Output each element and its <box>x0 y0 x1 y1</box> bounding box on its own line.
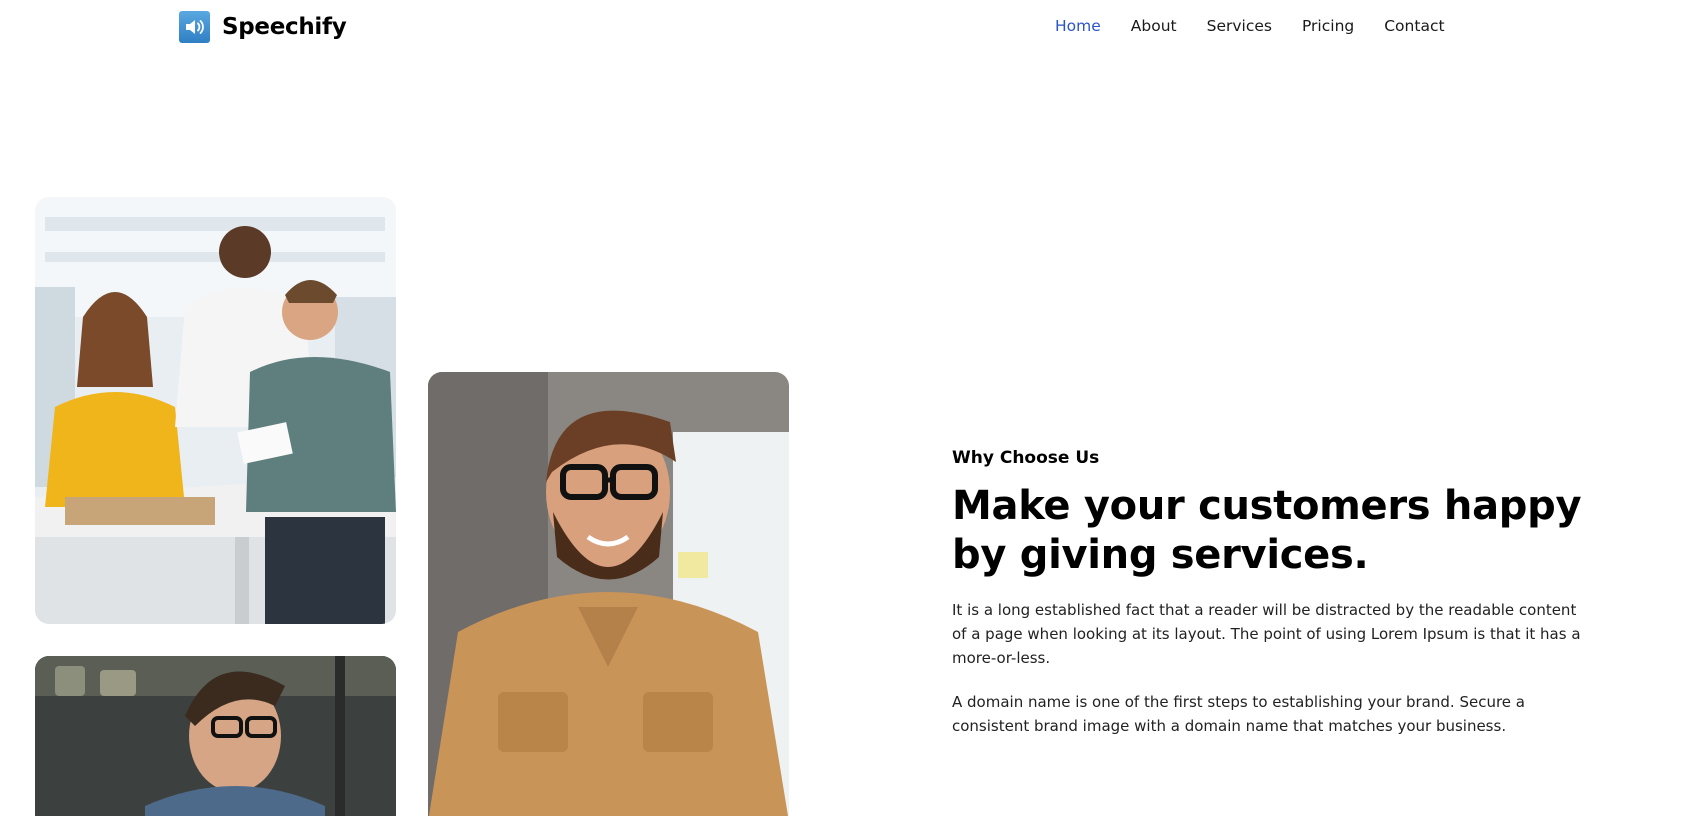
team-photo <box>35 197 396 624</box>
nav-pricing[interactable]: Pricing <box>1302 17 1354 35</box>
paragraph-1: It is a long established fact that a rea… <box>952 601 1581 667</box>
smiling-man-photo <box>428 372 789 816</box>
nav-about[interactable]: About <box>1131 17 1177 35</box>
main-nav: Home About Services Pricing Contact <box>1055 17 1475 35</box>
nav-home[interactable]: Home <box>1055 17 1101 35</box>
man-laptop-photo <box>35 656 396 816</box>
section-headline: Make your customers happy by giving serv… <box>952 483 1582 578</box>
nav-services[interactable]: Services <box>1207 17 1272 35</box>
speaker-icon <box>179 11 210 43</box>
brand-logo[interactable]: Speechify <box>179 11 347 43</box>
why-choose-us-section: Why Choose Us Make your customers happy … <box>952 448 1592 738</box>
section-eyebrow: Why Choose Us <box>952 448 1100 468</box>
nav-contact[interactable]: Contact <box>1384 17 1444 35</box>
paragraph-2: A domain name is one of the first steps … <box>952 693 1525 735</box>
site-header: Speechify Home About Services Pricing Co… <box>0 0 1692 56</box>
page: Speechify Home About Services Pricing Co… <box>0 0 1692 816</box>
brand-name: Speechify <box>222 14 347 40</box>
